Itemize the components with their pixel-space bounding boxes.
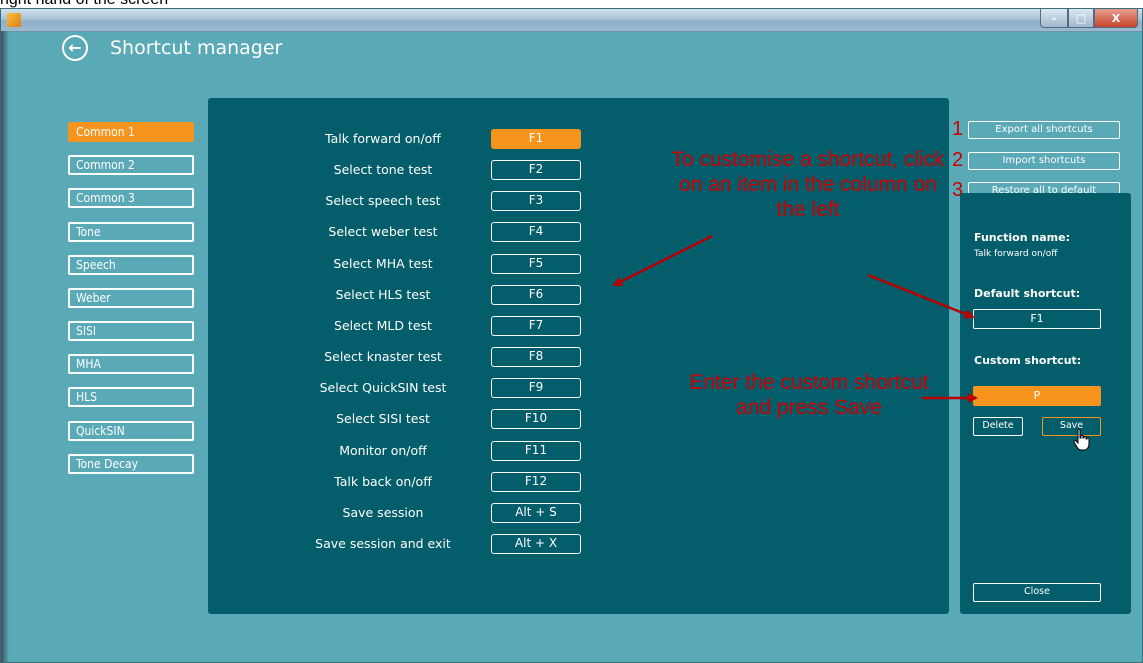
shortcut-key-button[interactable]: F4 (491, 222, 581, 242)
category-mha[interactable]: MHA (68, 354, 194, 374)
shortcut-key-button[interactable]: Alt + X (491, 534, 581, 554)
title-bar: – □ X (1, 9, 1142, 32)
import-shortcuts-button[interactable]: Import shortcuts (968, 152, 1120, 170)
page-title: Shortcut manager (110, 37, 283, 59)
category-quicksin[interactable]: QuickSIN (68, 421, 194, 441)
shortcut-key-button[interactable]: Alt + S (491, 503, 581, 523)
window-controls: – □ X (1040, 9, 1138, 28)
category-speech[interactable]: Speech (68, 255, 194, 275)
shortcut-key-button[interactable]: F8 (491, 347, 581, 367)
category-common-3[interactable]: Common 3 (68, 188, 194, 208)
shortcut-key-button[interactable]: F2 (491, 160, 581, 180)
annotation-enter-shortcut: Enter the custom shortcut and press Save (689, 371, 929, 419)
shortcut-function-label[interactable]: Select knaster test (248, 349, 518, 365)
default-shortcut-field: F1 (973, 309, 1101, 329)
shortcut-function-label[interactable]: Select speech test (248, 193, 518, 209)
custom-shortcut-input[interactable]: P (973, 386, 1101, 406)
app-icon (7, 13, 21, 27)
maximize-button[interactable]: □ (1068, 9, 1094, 28)
function-name-heading: Function name: (974, 231, 1070, 244)
shortcut-key-button[interactable]: F9 (491, 378, 581, 398)
category-tone[interactable]: Tone (68, 222, 194, 242)
minimize-button[interactable]: – (1040, 9, 1068, 28)
annotation-number-2: 2 (952, 149, 964, 171)
category-weber[interactable]: Weber (68, 288, 194, 308)
shortcut-function-label[interactable]: Select MHA test (248, 256, 518, 272)
category-common-2[interactable]: Common 2 (68, 155, 194, 175)
close-window-button[interactable]: X (1094, 9, 1138, 28)
annotation-number-1: 1 (952, 118, 964, 140)
category-tone-decay[interactable]: Tone Decay (68, 454, 194, 474)
shortcut-key-button[interactable]: F5 (491, 254, 581, 274)
shortcut-function-label[interactable]: Talk forward on/off (248, 131, 518, 147)
shortcut-key-button[interactable]: F1 (491, 129, 581, 149)
shortcut-key-button[interactable]: F6 (491, 285, 581, 305)
shortcut-function-label[interactable]: Talk back on/off (248, 474, 518, 490)
shortcut-key-button[interactable]: F11 (491, 441, 581, 461)
category-sisi[interactable]: SISI (68, 321, 194, 341)
category-common-1[interactable]: Common 1 (68, 122, 194, 142)
category-hls[interactable]: HLS (68, 387, 194, 407)
default-shortcut-heading: Default shortcut: (974, 287, 1081, 300)
shortcut-function-label[interactable]: Save session and exit (248, 536, 518, 552)
shortcut-function-label[interactable]: Select tone test (248, 162, 518, 178)
shortcut-function-label[interactable]: Select SISI test (248, 411, 518, 427)
shortcut-function-label[interactable]: Save session (248, 505, 518, 521)
shortcut-function-label[interactable]: Select weber test (248, 224, 518, 240)
delete-button[interactable]: Delete (973, 417, 1023, 436)
shortcut-function-label[interactable]: Monitor on/off (248, 443, 518, 459)
shortcut-key-button[interactable]: F12 (491, 472, 581, 492)
shortcut-function-label[interactable]: Select HLS test (248, 287, 518, 303)
shortcut-key-button[interactable]: F10 (491, 409, 581, 429)
annotation-customise: To customise a shortcut, click on an ite… (671, 148, 945, 221)
close-button[interactable]: Close (973, 583, 1101, 602)
shortcut-key-button[interactable]: F3 (491, 191, 581, 211)
custom-shortcut-heading: Custom shortcut: (974, 354, 1082, 367)
shortcut-key-button[interactable]: F7 (491, 316, 581, 336)
hand-cursor-icon (1073, 428, 1090, 451)
shortcut-detail-panel: Function name: Talk forward on/off Defau… (960, 193, 1131, 614)
window-left-edge (1, 31, 9, 662)
shortcut-function-label[interactable]: Select MLD test (248, 318, 518, 334)
export-shortcuts-button[interactable]: Export all shortcuts (968, 121, 1120, 139)
function-name-value: Talk forward on/off (974, 249, 1058, 259)
back-arrow-icon[interactable]: ← (62, 35, 88, 61)
shortcut-function-label[interactable]: Select QuickSIN test (248, 380, 518, 396)
